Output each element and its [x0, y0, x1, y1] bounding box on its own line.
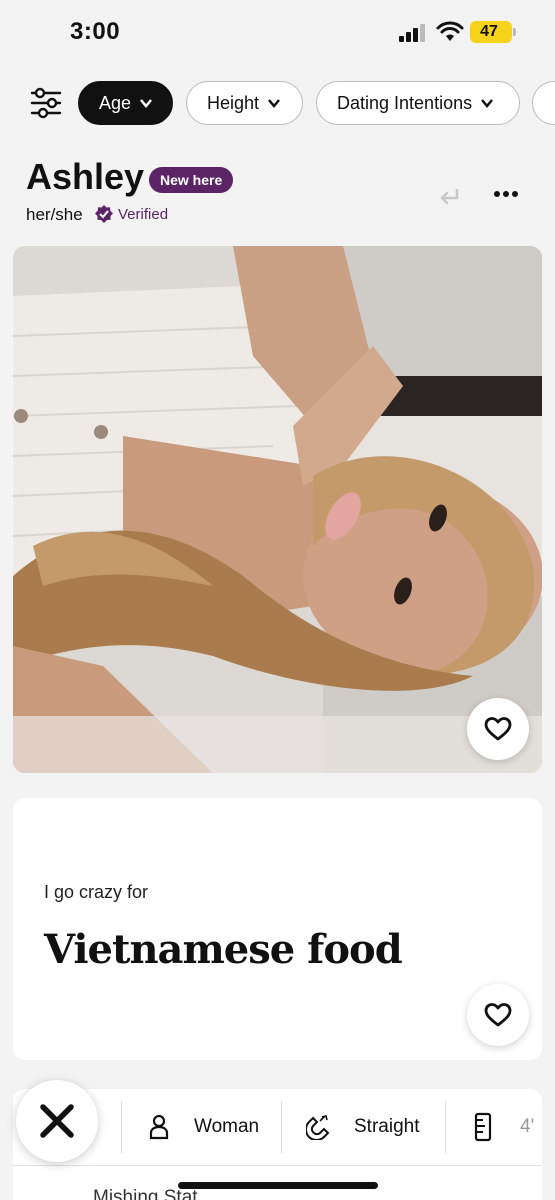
- like-photo-button[interactable]: [467, 698, 529, 760]
- prompt-answer: Vietnamese food: [44, 926, 403, 973]
- undo-icon[interactable]: [437, 186, 463, 208]
- info-divider: [281, 1101, 282, 1153]
- info-divider: [445, 1101, 446, 1153]
- profile-photo-image: [13, 246, 542, 773]
- new-here-badge: New here: [149, 167, 234, 193]
- filter-chip-height[interactable]: Height: [186, 81, 303, 125]
- battery-icon: 47: [470, 21, 516, 43]
- gender-label: Woman: [194, 1116, 260, 1137]
- profile-header: Ashley New here her/she Verified: [26, 152, 536, 232]
- height-label: 4': [520, 1116, 535, 1137]
- wifi-icon: [436, 21, 464, 41]
- magnet-icon: [306, 1115, 330, 1140]
- profile-photo[interactable]: [13, 246, 542, 773]
- filter-chip-dating-intentions[interactable]: Dating Intentions: [316, 81, 520, 125]
- profile-name: Ashley: [26, 156, 145, 197]
- info-item-sexuality: Straight: [306, 1101, 419, 1153]
- filter-bar: Age Height Dating Intentions: [0, 78, 555, 128]
- person-icon: [149, 1114, 169, 1140]
- verified-label: Verified: [118, 206, 169, 223]
- sliders-icon[interactable]: [29, 86, 63, 120]
- filter-chip-label: Dating Intentions: [337, 92, 473, 113]
- filter-chip-label: Height: [207, 92, 260, 113]
- pronouns: her/she: [26, 205, 83, 224]
- chevron-down-icon: [268, 99, 280, 108]
- heart-icon: [484, 1003, 512, 1027]
- heart-icon: [484, 717, 512, 741]
- row-divider: [13, 1165, 542, 1166]
- filter-chip-age[interactable]: Age: [78, 81, 173, 125]
- chevron-down-icon: [140, 99, 152, 108]
- status-time: 3:00: [70, 18, 121, 45]
- info-item-height: 4': [474, 1101, 534, 1153]
- home-indicator[interactable]: [178, 1182, 378, 1189]
- verified-icon: [95, 205, 113, 223]
- prompt-card[interactable]: I go crazy for Vietnamese food: [13, 798, 542, 1060]
- filter-chip-more[interactable]: [532, 81, 555, 125]
- filter-chip-label: Age: [99, 92, 132, 113]
- like-prompt-button[interactable]: [467, 984, 529, 1046]
- chevron-down-icon: [481, 99, 494, 108]
- prompt-question: I go crazy for: [44, 882, 149, 902]
- dismiss-button[interactable]: [16, 1080, 98, 1162]
- more-options-icon[interactable]: [493, 190, 519, 198]
- info-divider: [121, 1101, 122, 1153]
- close-icon: [40, 1104, 74, 1138]
- info-item-gender: Woman: [148, 1101, 259, 1153]
- signal-icon: [399, 24, 429, 42]
- status-bar: 3:00 47: [0, 0, 555, 68]
- sexuality-label: Straight: [354, 1116, 420, 1137]
- ruler-icon: [474, 1112, 492, 1142]
- info-row-partial: Mishing Stat: [33, 1187, 198, 1200]
